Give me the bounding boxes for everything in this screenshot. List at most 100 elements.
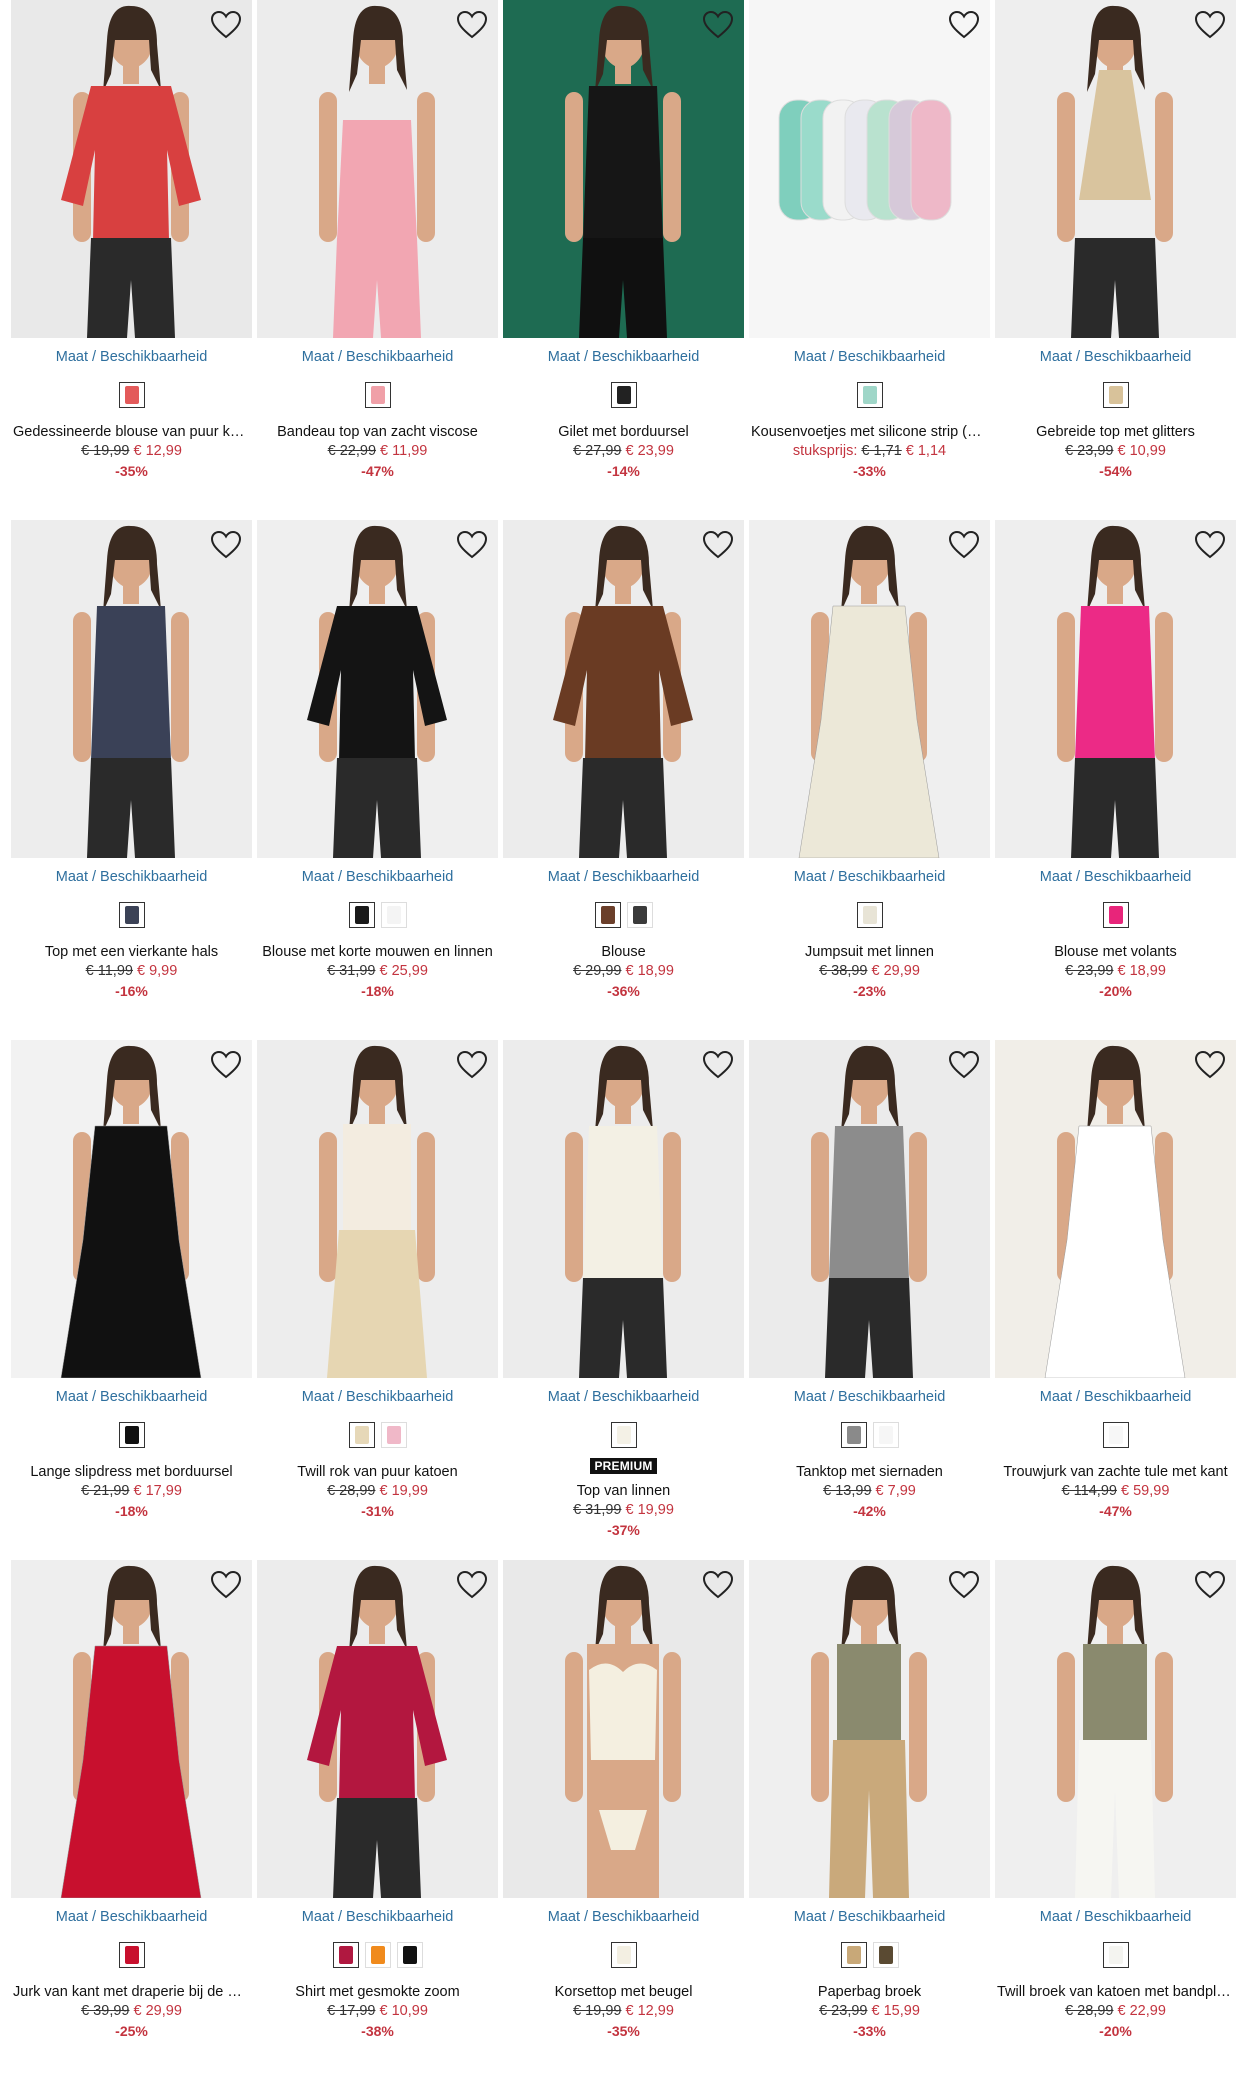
heart-outline-icon[interactable]	[210, 530, 242, 560]
product-image[interactable]	[11, 1560, 252, 1898]
heart-outline-icon[interactable]	[702, 1050, 734, 1080]
size-availability-link[interactable]: Maat / Beschikbaarheid	[503, 1909, 744, 1925]
product-title[interactable]: Gilet met borduursel	[503, 423, 744, 441]
product-card[interactable]: Maat / Beschikbaarheid Tanktop met sierna…	[749, 1040, 990, 1560]
product-title[interactable]: Gedessineerde blouse van puur kat…	[11, 423, 252, 441]
product-card[interactable]: Maat / Beschikbaarheid Twill rok van puur…	[257, 1040, 498, 1560]
color-swatch[interactable]	[610, 1942, 637, 1968]
product-image[interactable]	[257, 1040, 498, 1378]
heart-outline-icon[interactable]	[456, 1050, 488, 1080]
product-image[interactable]	[503, 1560, 744, 1898]
product-image[interactable]	[11, 0, 252, 338]
product-image[interactable]	[995, 1040, 1236, 1378]
color-swatch[interactable]	[594, 902, 621, 928]
product-card[interactable]: Maat / Beschikbaarheid Gebreide top met g…	[995, 0, 1236, 520]
color-swatch[interactable]	[332, 1942, 359, 1968]
size-availability-link[interactable]: Maat / Beschikbaarheid	[995, 1909, 1236, 1925]
size-availability-link[interactable]: Maat / Beschikbaarheid	[995, 869, 1236, 885]
product-card[interactable]: Maat / Beschikbaarheid Shirt met gesmokte…	[257, 1560, 498, 2080]
color-swatch[interactable]	[840, 1422, 867, 1448]
color-swatch[interactable]	[118, 1942, 145, 1968]
color-swatch[interactable]	[1102, 1422, 1129, 1448]
product-title[interactable]: Kousenvoetjes met silicone strip (7 …	[749, 423, 990, 441]
product-image[interactable]	[995, 1560, 1236, 1898]
size-availability-link[interactable]: Maat / Beschikbaarheid	[11, 349, 252, 365]
color-swatch[interactable]	[348, 902, 375, 928]
product-image[interactable]	[503, 520, 744, 858]
product-card[interactable]: Maat / Beschikbaarheid Jumpsuit met linne…	[749, 520, 990, 1040]
color-swatch[interactable]	[840, 1942, 867, 1968]
product-card[interactable]: Maat / Beschikbaarheid Twill broek van ka…	[995, 1560, 1236, 2080]
heart-outline-icon[interactable]	[702, 530, 734, 560]
heart-outline-icon[interactable]	[1194, 1050, 1226, 1080]
heart-outline-icon[interactable]	[456, 530, 488, 560]
heart-outline-icon[interactable]	[1194, 530, 1226, 560]
product-title[interactable]: Blouse met volants	[995, 943, 1236, 961]
heart-outline-icon[interactable]	[702, 1570, 734, 1600]
product-card[interactable]: Maat / Beschikbaarheid Top met een vierka…	[11, 520, 252, 1040]
color-swatch[interactable]	[610, 382, 637, 408]
size-availability-link[interactable]: Maat / Beschikbaarheid	[257, 1389, 498, 1405]
heart-outline-icon[interactable]	[456, 10, 488, 40]
size-availability-link[interactable]: Maat / Beschikbaarheid	[749, 869, 990, 885]
size-availability-link[interactable]: Maat / Beschikbaarheid	[11, 1389, 252, 1405]
product-image[interactable]	[257, 1560, 498, 1898]
size-availability-link[interactable]: Maat / Beschikbaarheid	[257, 869, 498, 885]
product-title[interactable]: Paperbag broek	[749, 1983, 990, 2001]
heart-outline-icon[interactable]	[1194, 1570, 1226, 1600]
heart-outline-icon[interactable]	[948, 1050, 980, 1080]
product-title[interactable]: Top van linnen	[503, 1482, 744, 1500]
color-swatch[interactable]	[380, 1422, 407, 1448]
product-card[interactable]: Maat / Beschikbaarheid Blouse met korte m…	[257, 520, 498, 1040]
product-card[interactable]: Maat / Beschikbaarheid Bandeau top van za…	[257, 0, 498, 520]
product-image[interactable]	[995, 0, 1236, 338]
heart-outline-icon[interactable]	[948, 530, 980, 560]
size-availability-link[interactable]: Maat / Beschikbaarheid	[503, 349, 744, 365]
product-card[interactable]: Maat / Beschikbaarheid Trouwjurk van zach…	[995, 1040, 1236, 1560]
product-image[interactable]	[749, 1560, 990, 1898]
product-image[interactable]	[503, 1040, 744, 1378]
heart-outline-icon[interactable]	[1194, 10, 1226, 40]
product-image[interactable]	[257, 0, 498, 338]
color-swatch[interactable]	[118, 1422, 145, 1448]
heart-outline-icon[interactable]	[702, 10, 734, 40]
product-image[interactable]	[749, 1040, 990, 1378]
product-title[interactable]: Twill broek van katoen met bandplo…	[995, 1983, 1236, 2001]
size-availability-link[interactable]: Maat / Beschikbaarheid	[11, 1909, 252, 1925]
product-title[interactable]: Blouse	[503, 943, 744, 961]
product-image[interactable]	[749, 0, 990, 338]
product-title[interactable]: Jumpsuit met linnen	[749, 943, 990, 961]
product-title[interactable]: Shirt met gesmokte zoom	[257, 1983, 498, 2001]
product-card[interactable]: Maat / Beschikbaarheid Jurk van kant met …	[11, 1560, 252, 2080]
heart-outline-icon[interactable]	[210, 10, 242, 40]
product-card[interactable]: Maat / Beschikbaarheid PREMIUM Top van lin…	[503, 1040, 744, 1560]
product-image[interactable]	[749, 520, 990, 858]
color-swatch[interactable]	[856, 382, 883, 408]
color-swatch[interactable]	[396, 1942, 423, 1968]
color-swatch[interactable]	[364, 382, 391, 408]
size-availability-link[interactable]: Maat / Beschikbaarheid	[257, 1909, 498, 1925]
product-title[interactable]: Korsettop met beugel	[503, 1983, 744, 2001]
product-title[interactable]: Gebreide top met glitters	[995, 423, 1236, 441]
size-availability-link[interactable]: Maat / Beschikbaarheid	[503, 869, 744, 885]
product-card[interactable]: Maat / Beschikbaarheid Blouse € 29,99 € 18…	[503, 520, 744, 1040]
color-swatch[interactable]	[610, 1422, 637, 1448]
product-card[interactable]: Maat / Beschikbaarheid Kousenvoetjes met …	[749, 0, 990, 520]
product-card[interactable]: Maat / Beschikbaarheid Gilet met borduurs…	[503, 0, 744, 520]
color-swatch[interactable]	[364, 1942, 391, 1968]
size-availability-link[interactable]: Maat / Beschikbaarheid	[749, 1389, 990, 1405]
product-image[interactable]	[995, 520, 1236, 858]
color-swatch[interactable]	[118, 902, 145, 928]
color-swatch[interactable]	[626, 902, 653, 928]
size-availability-link[interactable]: Maat / Beschikbaarheid	[257, 349, 498, 365]
color-swatch[interactable]	[856, 902, 883, 928]
color-swatch[interactable]	[1102, 382, 1129, 408]
size-availability-link[interactable]: Maat / Beschikbaarheid	[503, 1389, 744, 1405]
product-image[interactable]	[11, 520, 252, 858]
size-availability-link[interactable]: Maat / Beschikbaarheid	[995, 349, 1236, 365]
color-swatch[interactable]	[872, 1422, 899, 1448]
color-swatch[interactable]	[1102, 1942, 1129, 1968]
product-image[interactable]	[503, 0, 744, 338]
product-title[interactable]: Bandeau top van zacht viscose	[257, 423, 498, 441]
product-card[interactable]: Maat / Beschikbaarheid Gedessineerde blou…	[11, 0, 252, 520]
